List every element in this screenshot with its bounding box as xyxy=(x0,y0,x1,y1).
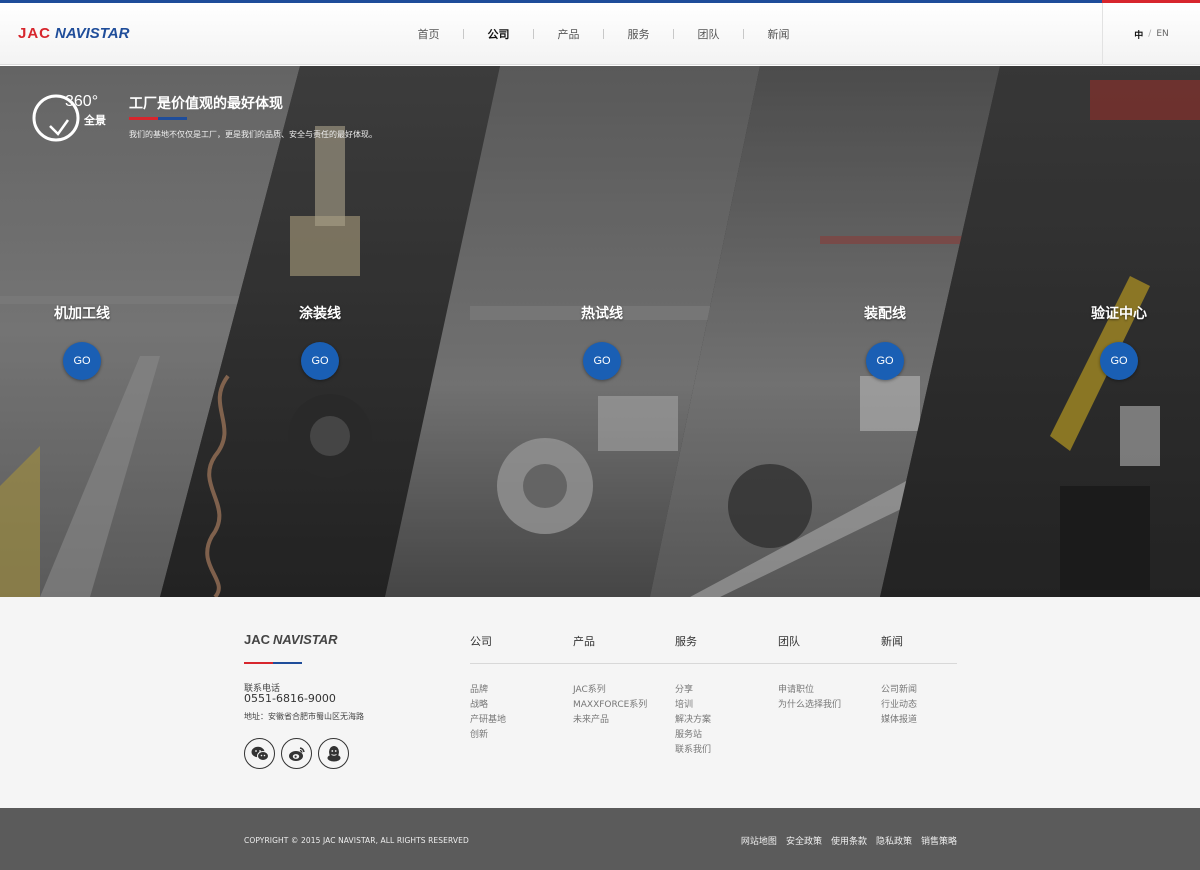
footer-col-title[interactable]: 产品 xyxy=(573,633,647,649)
footer-col-service: 服务 分享 培训 解决方案 服务站 联系我们 xyxy=(675,633,711,758)
footer-divider xyxy=(470,663,957,664)
phone-number: 0551-6816-9000 xyxy=(244,692,336,705)
footer-col-products: 产品 JAC系列 MAXXFORCE系列 未来产品 xyxy=(573,633,647,728)
copyright: COPYRIGHT © 2015 JAC NAVISTAR, ALL RIGHT… xyxy=(244,836,469,845)
link-privacy-policy[interactable]: 隐私政策 xyxy=(876,834,912,847)
go-button-assembly[interactable]: GO xyxy=(866,342,904,380)
footer-link[interactable]: 未来产品 xyxy=(573,713,647,728)
footer-link[interactable]: JAC系列 xyxy=(573,683,647,698)
footer-link[interactable]: 行业动态 xyxy=(881,698,917,713)
footer-link[interactable]: 培训 xyxy=(675,698,711,713)
link-security-policy[interactable]: 安全政策 xyxy=(786,834,822,847)
lang-en[interactable]: EN xyxy=(1156,29,1168,39)
go-button-hot-test[interactable]: GO xyxy=(583,342,621,380)
wechat-icon[interactable] xyxy=(244,738,275,769)
link-sales-policy[interactable]: 销售策略 xyxy=(921,834,957,847)
go-button-painting[interactable]: GO xyxy=(301,342,339,380)
nav-item-team[interactable]: 团队 xyxy=(674,26,743,42)
main-nav: 首页 公司 产品 服务 团队 新闻 xyxy=(394,26,813,42)
footer-link[interactable]: 创新 xyxy=(470,728,506,743)
hero-description: 我们的基地不仅仅是工厂，更是我们的品质、安全与责任的最好体现。 xyxy=(129,130,377,139)
footer-link[interactable]: 分享 xyxy=(675,683,711,698)
footer-logo[interactable]: JAC NAVISTAR xyxy=(244,632,338,647)
footer-link[interactable]: MAXXFORCE系列 xyxy=(573,698,647,713)
panel-label-assembly: 装配线 xyxy=(864,306,906,322)
link-terms-of-use[interactable]: 使用条款 xyxy=(831,834,867,847)
footer-link[interactable]: 品牌 xyxy=(470,683,506,698)
footer-col-news: 新闻 公司新闻 行业动态 媒体报道 xyxy=(881,633,917,728)
footer-link[interactable]: 为什么选择我们 xyxy=(778,698,841,713)
footer-link[interactable]: 申请职位 xyxy=(778,683,841,698)
footer-logo-underline xyxy=(244,662,302,664)
factory-hero: 360° 全景 工厂是价值观的最好体现 我们的基地不仅仅是工厂，更是我们的品质、… xyxy=(0,66,1200,597)
language-switcher: 中 / EN xyxy=(1102,3,1200,65)
footer-link[interactable]: 媒体报道 xyxy=(881,713,917,728)
footer-link[interactable]: 联系我们 xyxy=(675,743,711,758)
hero-title-underline xyxy=(129,117,187,120)
footer-bottom-bar: COPYRIGHT © 2015 JAC NAVISTAR, ALL RIGHT… xyxy=(0,808,1200,870)
footer-col-title[interactable]: 团队 xyxy=(778,633,841,649)
lang-zh[interactable]: 中 xyxy=(1134,28,1143,41)
link-sitemap[interactable]: 网站地图 xyxy=(741,834,777,847)
footer-link[interactable]: 战略 xyxy=(470,698,506,713)
hero-title: 工厂是价值观的最好体现 xyxy=(129,96,283,112)
footer-col-company: 公司 品牌 战略 产研基地 创新 xyxy=(470,633,506,743)
footer-col-title[interactable]: 公司 xyxy=(470,633,506,649)
nav-item-products[interactable]: 产品 xyxy=(534,26,603,42)
panel-label-verification: 验证中心 xyxy=(1091,306,1147,322)
site-header: JAC NAVISTAR 首页 公司 产品 服务 团队 新闻 中 / EN xyxy=(0,3,1200,65)
social-links xyxy=(244,738,349,769)
nav-item-home[interactable]: 首页 xyxy=(394,26,463,42)
footer-link[interactable]: 公司新闻 xyxy=(881,683,917,698)
go-button-verification[interactable]: GO xyxy=(1100,342,1138,380)
weibo-icon[interactable] xyxy=(281,738,312,769)
footer-link[interactable]: 解决方案 xyxy=(675,713,711,728)
nav-item-company[interactable]: 公司 xyxy=(464,26,533,42)
panorama-degrees: 360° xyxy=(65,93,99,110)
footer-link[interactable]: 服务站 xyxy=(675,728,711,743)
footer-link[interactable]: 产研基地 xyxy=(470,713,506,728)
address: 地址：安徽省合肥市蜀山区无海路 xyxy=(244,712,364,721)
site-footer: JAC NAVISTAR 联系电话 0551-6816-9000 地址：安徽省合肥… xyxy=(0,597,1200,808)
factory-panorama-image xyxy=(0,66,1200,597)
panel-label-hot-test: 热试线 xyxy=(581,306,623,322)
footer-col-team: 团队 申请职位 为什么选择我们 xyxy=(778,633,841,713)
nav-item-service[interactable]: 服务 xyxy=(604,26,673,42)
panel-label-machining: 机加工线 xyxy=(54,306,110,322)
go-button-machining[interactable]: GO xyxy=(63,342,101,380)
legal-links: 网站地图 安全政策 使用条款 隐私政策 销售策略 xyxy=(741,834,957,847)
brand-logo[interactable]: JAC NAVISTAR xyxy=(18,25,129,43)
panel-label-painting: 涂装线 xyxy=(299,306,341,322)
footer-col-title[interactable]: 服务 xyxy=(675,633,711,649)
panorama-label: 全景 xyxy=(84,114,106,127)
nav-item-news[interactable]: 新闻 xyxy=(744,26,813,42)
qq-icon[interactable] xyxy=(318,738,349,769)
footer-col-title[interactable]: 新闻 xyxy=(881,633,917,649)
